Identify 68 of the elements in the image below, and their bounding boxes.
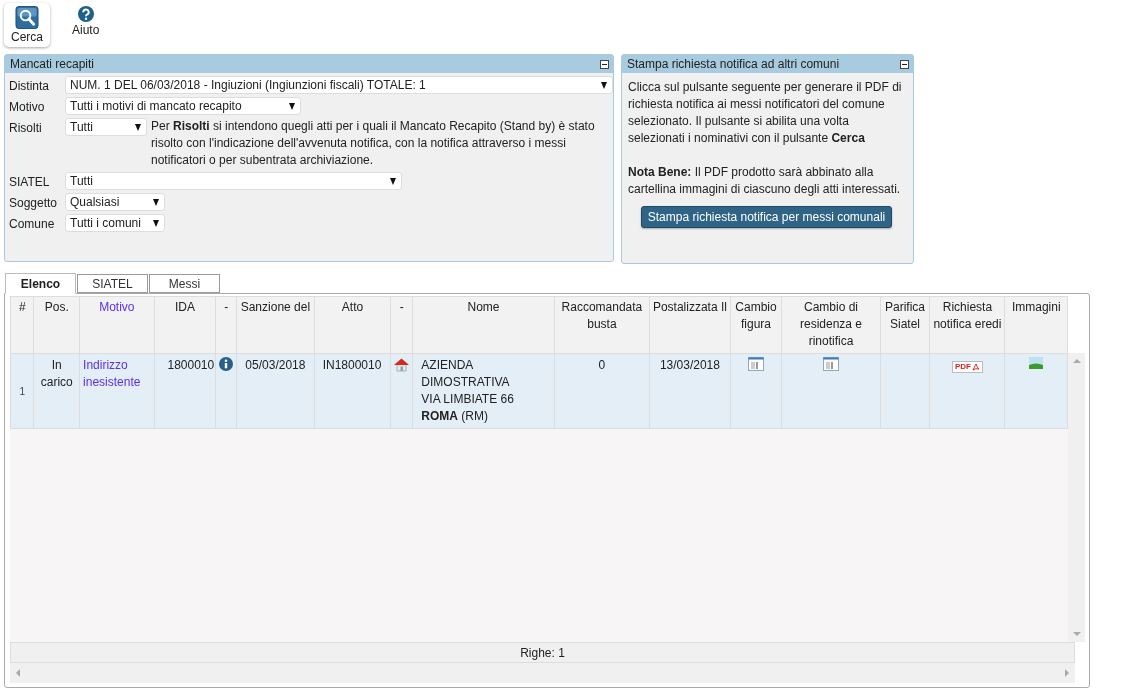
search-button[interactable]: Cerca [4,3,50,47]
column-header[interactable]: Cambio di residenza e rinotifica [781,296,881,354]
panel-title: Stampa richiesta notifica ad altri comuni [627,57,840,71]
table-cell: IN1800010 [314,353,391,429]
help-text: Per Risolti si intendono quegli atti per i quali il Mancato Recapito (Stand by) è stato risolto con l'indicazione dell'avvenuta notifica, con la notifica attraverso i messi notificatori o per subentrata archiviazione. [151,118,596,169]
caret-icon [601,81,607,89]
column-header[interactable]: Parifica Siatel [880,296,930,354]
collapse-icon[interactable] [900,59,909,69]
window-icon[interactable] [823,357,839,371]
pdf-icon[interactable]: PDF [951,361,983,373]
column-header[interactable]: Motivo [79,296,155,354]
dropdown[interactable]: NUM. 1 DEL 06/03/2018 - Ingiuzioni (Ingiunzioni fiscali) TOTALE: 1 [65,76,613,94]
vertical-scrollbar[interactable] [1068,353,1085,642]
column-header[interactable]: # [10,296,34,354]
caret-icon [390,177,396,185]
column-header[interactable]: Raccomandata busta [554,296,650,354]
field-label: Soggetto [9,195,59,211]
dropdown[interactable]: Qualsiasi [65,193,165,211]
table-cell: 1 [10,353,34,429]
column-header[interactable]: Cambio figura [730,296,782,354]
column-header[interactable]: Atto [314,296,391,354]
dropdown[interactable]: Tutti i motivi di mancato recapito [65,97,301,115]
caret-icon [135,123,141,131]
panel-paragraph: Clicca sul pulsante seguente per generare il PDF di richiesta notifica ai messi notificatori del comune selezionato. Il pulsante si abilita una volta selezionati i nominativi con il pulsante Cerca [628,79,903,147]
dropdown[interactable]: Tutti [65,118,147,136]
landscape-icon[interactable] [1029,357,1044,369]
house-icon[interactable] [393,357,411,372]
tab[interactable]: Elenco [5,273,76,294]
column-header[interactable]: IDA [154,296,216,354]
search-icon [15,6,39,29]
panel-title: Mancati recapiti [10,57,95,71]
field-label: Risolti [9,120,43,137]
table-cell[interactable]: Indirizzo inesistente [79,353,155,429]
field-label: SIATEL [9,174,51,190]
column-header[interactable]: Richiesta notifica eredi [929,296,1005,354]
column-header[interactable]: Immagini [1004,296,1068,354]
caret-icon [153,198,159,206]
table-cell: 05/03/2018 [236,353,315,429]
column-header[interactable]: Postalizzata Il [649,296,731,354]
caret-icon [289,102,295,110]
column-header[interactable]: Nome [412,296,555,354]
help-button[interactable]: Aiuto [64,3,108,47]
tab[interactable]: Messi [149,274,220,293]
column-header[interactable]: - [215,296,237,354]
collapse-icon[interactable] [600,59,609,69]
caret-icon [153,219,159,227]
field-label: Motivo [9,99,46,115]
horizontal-scrollbar[interactable] [10,663,1075,683]
print-button[interactable]: Stampa richiesta notifica per messi comunali [640,206,893,228]
dropdown[interactable]: Tutti [65,172,402,190]
column-header[interactable]: Pos. [33,296,80,354]
column-header[interactable]: Sanzione del [236,296,315,354]
table-row[interactable]: 1 In carico Indirizzo inesistente 1800010 05/03/2018 IN1800010 AZIENDA DIMOSTRATIVA VIA LIMBIATE 66 ROMA (RM) 0 13/03/2018 PDF [10,353,1068,429]
row-count: Righe: 1 [10,642,1075,663]
table-cell: 13/03/2018 [649,353,731,429]
field-label: Comune [9,216,56,232]
info-icon[interactable] [219,357,234,371]
table-cell: 0 [554,353,650,429]
dropdown[interactable]: Tutti i comuni [65,214,165,232]
tab[interactable]: SIATEL [77,274,148,293]
help-icon [77,6,94,22]
panel-paragraph: Nota Bene: Il PDF prodotto sarà abbinato alla cartellina immagini di ciascuno degli atti interessati. [628,164,902,198]
column-header[interactable]: - [390,296,413,354]
window-icon[interactable] [748,357,764,371]
table-cell: 1800010 [154,353,216,429]
table-cell: In carico [33,353,80,429]
table-cell: AZIENDA DIMOSTRATIVA VIA LIMBIATE 66 ROMA (RM) [412,353,555,429]
field-label: Distinta [9,78,50,94]
